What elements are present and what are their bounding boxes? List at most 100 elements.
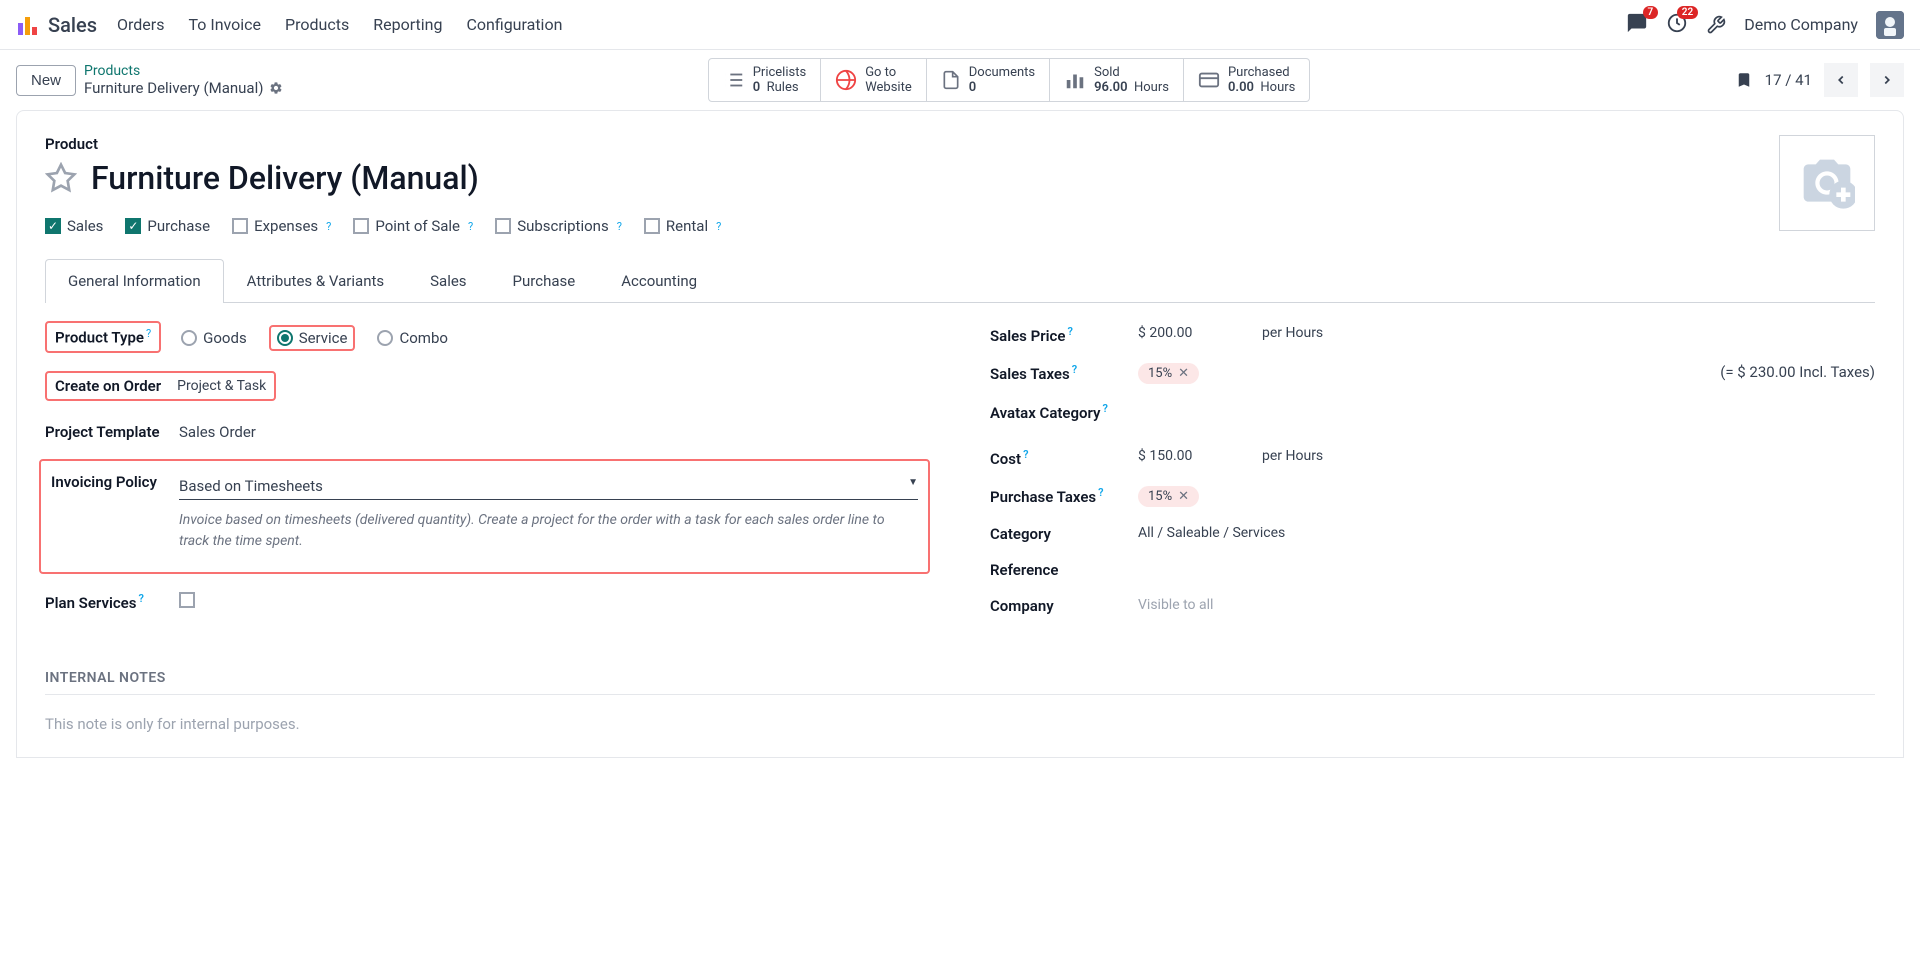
invoicing-policy-help: Invoice based on timesheets (delivered q…	[179, 510, 918, 552]
chk-expenses[interactable]: Expenses?	[232, 217, 331, 235]
nav-orders[interactable]: Orders	[117, 15, 164, 34]
chk-sales[interactable]: ✓Sales	[45, 217, 103, 235]
chk-rental[interactable]: Rental?	[644, 217, 721, 235]
bookmark-icon[interactable]	[1735, 71, 1753, 89]
company-label: Company	[990, 593, 1138, 615]
project-template-label: Project Template	[45, 419, 179, 441]
purchase-taxes-label: Purchase Taxes?	[990, 482, 1138, 507]
invoicing-policy-select[interactable]: Based on Timesheets ▼	[179, 473, 918, 500]
stat-documents[interactable]: Documents 0	[927, 58, 1050, 102]
tab-purchase[interactable]: Purchase	[490, 259, 599, 302]
stat-buttons: Pricelists 0 Rules Go to Website Documen…	[708, 58, 1311, 102]
app-name[interactable]: Sales	[48, 13, 97, 37]
chk-pos[interactable]: Point of Sale?	[353, 217, 473, 235]
stat-sold[interactable]: Sold 96.00 Hours	[1050, 58, 1184, 102]
help-icon[interactable]: ?	[326, 220, 331, 233]
product-title[interactable]: Furniture Delivery (Manual)	[91, 159, 479, 197]
radio-service[interactable]: Service	[277, 329, 348, 347]
help-icon[interactable]: ?	[617, 220, 622, 233]
help-icon[interactable]: ?	[1067, 325, 1072, 338]
help-icon[interactable]: ?	[146, 327, 151, 340]
help-icon[interactable]: ?	[468, 220, 473, 233]
help-icon[interactable]: ?	[1098, 486, 1103, 499]
help-icon[interactable]: ?	[1103, 402, 1108, 415]
invoicing-policy-label: Invoicing Policy	[51, 469, 179, 491]
activities-icon[interactable]: 22	[1666, 12, 1688, 38]
tools-icon[interactable]	[1706, 15, 1726, 35]
radio-goods[interactable]: Goods	[181, 325, 247, 351]
sales-taxes-label: Sales Taxes?	[990, 359, 1138, 384]
favorite-star-icon[interactable]	[45, 162, 77, 194]
category-value[interactable]: All / Saleable / Services	[1138, 521, 1285, 543]
chevron-down-icon: ▼	[908, 477, 918, 495]
sales-price-unit: per Hours	[1262, 321, 1323, 345]
pager-next[interactable]	[1870, 63, 1904, 97]
chk-subscriptions[interactable]: Subscriptions?	[495, 217, 622, 235]
camera-add-icon	[1799, 155, 1855, 211]
stat-goto-website[interactable]: Go to Website	[821, 58, 927, 102]
product-label: Product	[45, 135, 1875, 153]
nav-to-invoice[interactable]: To Invoice	[188, 15, 261, 34]
stat-label: Pricelists	[753, 65, 806, 80]
chevron-left-icon	[1834, 73, 1848, 87]
help-icon[interactable]: ?	[716, 220, 721, 233]
tax-remove-icon[interactable]: ✕	[1178, 366, 1189, 381]
pager-text[interactable]: 17 / 41	[1765, 71, 1812, 89]
messages-icon[interactable]: 7	[1626, 12, 1648, 38]
globe-icon	[835, 69, 857, 91]
new-button[interactable]: New	[16, 65, 76, 96]
plan-services-label: Plan Services?	[45, 588, 179, 612]
cost-value[interactable]: $ 150.00	[1138, 444, 1262, 468]
tab-attributes[interactable]: Attributes & Variants	[224, 259, 407, 302]
bar-chart-icon	[1064, 69, 1086, 91]
help-icon[interactable]: ?	[1023, 448, 1028, 461]
nav-reporting[interactable]: Reporting	[373, 15, 442, 34]
chevron-right-icon	[1880, 73, 1894, 87]
radio-combo[interactable]: Combo	[377, 325, 447, 351]
project-template-value[interactable]: Sales Order	[179, 419, 930, 441]
tabs: General Information Attributes & Variant…	[45, 259, 1875, 303]
sales-tax-tag[interactable]: 15%✕	[1138, 363, 1199, 384]
help-icon[interactable]: ?	[138, 592, 143, 605]
incl-taxes: (= $ 230.00 Incl. Taxes)	[1720, 359, 1875, 384]
stat-purchased[interactable]: Purchased 0.00 Hours	[1184, 58, 1310, 102]
sales-price-label: Sales Price?	[990, 321, 1138, 345]
tab-sales[interactable]: Sales	[407, 259, 489, 302]
company-selector[interactable]: Demo Company	[1744, 15, 1858, 34]
document-icon	[941, 70, 961, 90]
breadcrumb-products[interactable]: Products	[84, 63, 283, 79]
nav-products[interactable]: Products	[285, 15, 349, 34]
form-sheet: Product Furniture Delivery (Manual) ✓Sal…	[16, 110, 1904, 758]
breadcrumb-title: Furniture Delivery (Manual)	[84, 79, 263, 97]
gear-icon[interactable]	[269, 81, 283, 95]
cost-label: Cost?	[990, 444, 1138, 468]
pager-prev[interactable]	[1824, 63, 1858, 97]
reference-label: Reference	[990, 557, 1138, 579]
help-icon[interactable]: ?	[1072, 363, 1077, 376]
internal-notes-input[interactable]: This note is only for internal purposes.	[45, 715, 1875, 733]
internal-notes-title: INTERNAL NOTES	[45, 670, 1875, 695]
purchase-tax-tag[interactable]: 15%✕	[1138, 486, 1199, 507]
avatax-label: Avatax Category?	[990, 398, 1138, 422]
stat-pricelists[interactable]: Pricelists 0 Rules	[708, 58, 821, 102]
create-on-order-label: Create on Order	[55, 377, 161, 395]
messages-badge: 7	[1643, 6, 1659, 19]
nav-configuration[interactable]: Configuration	[466, 15, 562, 34]
plan-services-checkbox[interactable]	[179, 592, 195, 608]
tab-general[interactable]: General Information	[45, 259, 224, 302]
list-icon	[723, 69, 745, 91]
company-value[interactable]: Visible to all	[1138, 593, 1213, 615]
product-image-placeholder[interactable]	[1779, 135, 1875, 231]
control-panel: New Products Furniture Delivery (Manual)…	[0, 50, 1920, 110]
tab-accounting[interactable]: Accounting	[598, 259, 720, 302]
brand-icon	[16, 13, 40, 37]
tax-remove-icon[interactable]: ✕	[1178, 489, 1189, 504]
product-type-label: Product Type	[55, 329, 144, 347]
activities-badge: 22	[1677, 6, 1698, 19]
avatar[interactable]	[1876, 11, 1904, 39]
top-nav: Sales Orders To Invoice Products Reporti…	[0, 0, 1920, 50]
pager: 17 / 41	[1735, 63, 1904, 97]
create-on-order-value[interactable]: Project & Task	[177, 378, 266, 394]
chk-purchase[interactable]: ✓Purchase	[125, 217, 210, 235]
sales-price-value[interactable]: $ 200.00	[1138, 321, 1262, 345]
